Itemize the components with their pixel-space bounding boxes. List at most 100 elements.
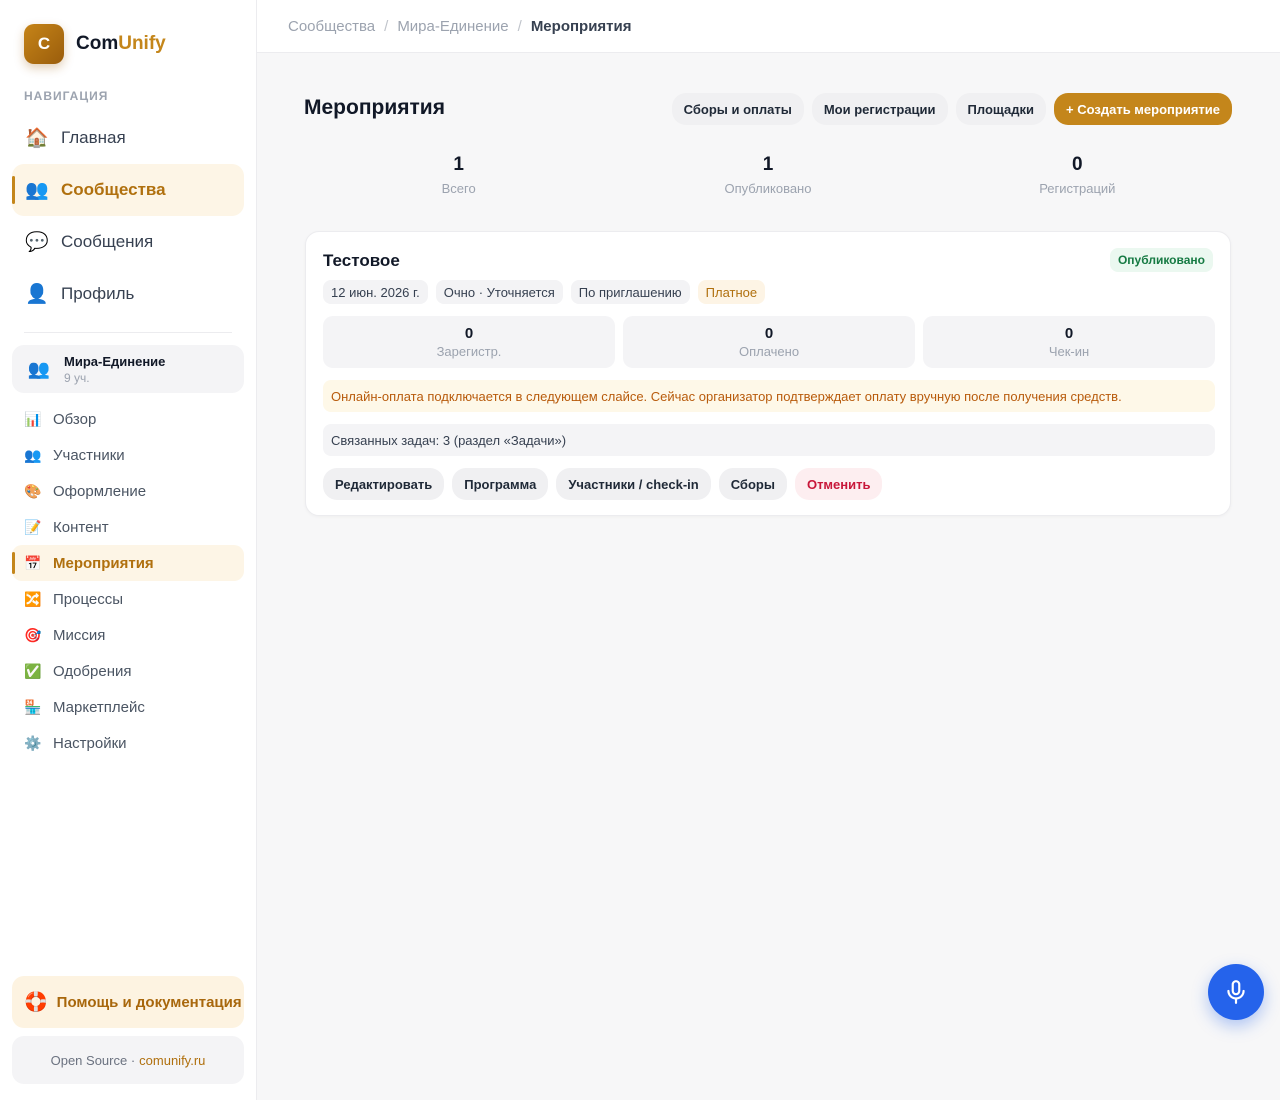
sidebar-item-label: Обзор: [53, 410, 97, 428]
breadcrumb-current: Мероприятия: [530, 17, 632, 35]
fees-payments-button[interactable]: Сборы и оплаты: [671, 93, 804, 125]
status-badge: Опубликовано: [1109, 248, 1213, 272]
stat-registrations: 0 Регистраций: [923, 154, 1232, 196]
sidebar-item-settings[interactable]: ⚙️ Настройки: [12, 725, 244, 761]
sidebar-item-home[interactable]: 🏠 Главная: [12, 112, 244, 164]
sidebar-item-events[interactable]: 📅 Мероприятия: [12, 545, 244, 581]
event-stat-value: 0: [464, 325, 474, 342]
stat-published: 1 Опубликовано: [613, 154, 922, 196]
event-stat-registered: 0 Зарегистр.: [323, 316, 615, 368]
breadcrumb-communities[interactable]: Сообщества: [288, 18, 375, 35]
sidebar-item-members[interactable]: 👥 Участники: [12, 437, 244, 473]
sidebar-item-label: Профиль: [61, 284, 135, 303]
microphone-icon: [1227, 980, 1245, 1004]
gear-icon: ⚙️: [24, 734, 42, 751]
sidebar-item-label: Процессы: [53, 590, 124, 608]
program-button[interactable]: Программа: [452, 468, 549, 500]
payment-notice: Онлайн-оплата подключается в следующем с…: [323, 380, 1215, 412]
event-stat-checkin: 0 Чек-ин: [923, 316, 1215, 368]
people-icon: 👥: [25, 180, 49, 201]
stat-value: 1: [453, 154, 464, 175]
voice-input-button[interactable]: [1208, 964, 1264, 1020]
memo-icon: 📝: [24, 518, 42, 535]
sidebar-item-label: Контент: [53, 518, 109, 536]
sidebar-item-content[interactable]: 📝 Контент: [12, 509, 244, 545]
event-card: Тестовое Опубликовано 12 июн. 2026 г. Оч…: [305, 231, 1231, 516]
stat-total: 1 Всего: [304, 154, 613, 196]
event-format-tag: Очно · Уточняется: [435, 280, 563, 304]
calendar-icon: 📅: [24, 554, 42, 571]
page-actions: Сборы и оплаты Мои регистрации Площадки …: [671, 93, 1232, 125]
shuffle-icon: 🔀: [24, 590, 42, 607]
footer-link[interactable]: comunify.ru: [139, 1053, 205, 1068]
sidebar-item-label: Участники: [53, 446, 125, 464]
sidebar-item-messages[interactable]: 💬 Сообщения: [12, 216, 244, 268]
sidebar-item-profile[interactable]: 👤 Профиль: [12, 268, 244, 320]
sidebar-footer: Open Source · comunify.ru: [12, 1036, 244, 1084]
stat-label: Регистраций: [1039, 181, 1116, 196]
people-icon: 👥: [27, 358, 51, 379]
main-nav: 🏠 Главная 👥 Сообщества 💬 Сообщения 👤 Про…: [12, 112, 244, 320]
event-stat-label: Оплачено: [738, 344, 800, 359]
event-access-tag: По приглашению: [570, 280, 690, 304]
sidebar-item-label: Одобрения: [53, 662, 132, 680]
brand-logo: C: [24, 24, 64, 64]
sidebar-item-label: Настройки: [53, 734, 127, 752]
chat-icon: 💬: [25, 232, 49, 253]
breadcrumb-community[interactable]: Мира-Единение: [397, 18, 508, 35]
event-fees-button[interactable]: Сборы: [718, 468, 787, 500]
palette-icon: 🎨: [24, 482, 42, 499]
sidebar-item-communities[interactable]: 👥 Сообщества: [12, 164, 244, 216]
brand[interactable]: C ComUnify: [24, 24, 166, 64]
community-name: Мира-Единение: [64, 353, 166, 369]
event-title[interactable]: Тестовое: [323, 251, 400, 271]
breadcrumb: Сообщества / Мира-Единение / Мероприятия: [257, 0, 1280, 53]
sidebar-item-design[interactable]: 🎨 Оформление: [12, 473, 244, 509]
people-icon: 👥: [24, 446, 42, 463]
sidebar: C ComUnify НАВИГАЦИЯ 🏠 Главная 👥 Сообщес…: [0, 0, 257, 1100]
help-docs-button[interactable]: 🛟 Помощь и документация: [12, 976, 244, 1028]
community-members: 9 уч.: [64, 370, 90, 385]
event-actions: Редактировать Программа Участники / chec…: [323, 468, 883, 500]
sidebar-item-label: Мероприятия: [53, 554, 154, 572]
event-stat-label: Чек-ин: [1048, 344, 1090, 359]
linked-tasks[interactable]: Связанных задач: 3 (раздел «Задачи»): [323, 424, 1215, 456]
event-stat-value: 0: [764, 325, 774, 342]
target-icon: 🎯: [24, 626, 42, 643]
event-price-tag: Платное: [697, 280, 766, 304]
sidebar-item-approvals[interactable]: ✅ Одобрения: [12, 653, 244, 689]
cancel-event-button[interactable]: Отменить: [794, 468, 883, 500]
event-stat-paid: 0 Оплачено: [623, 316, 915, 368]
help-label: Помощь и документация: [56, 993, 242, 1011]
sidebar-item-marketplace[interactable]: 🏪 Маркетплейс: [12, 689, 244, 725]
event-stat-label: Зарегистр.: [436, 344, 502, 359]
community-card[interactable]: 👥 Мира-Единение 9 уч.: [12, 345, 244, 393]
brand-name: ComUnify: [76, 33, 166, 55]
my-registrations-button[interactable]: Мои регистрации: [811, 93, 948, 125]
lifebuoy-icon: 🛟: [24, 992, 48, 1013]
community-info: Мира-Единение 9 уч.: [64, 354, 165, 385]
sidebar-item-overview[interactable]: 📊 Обзор: [12, 401, 244, 437]
sidebar-item-label: Миссия: [53, 626, 106, 644]
nav-caption: НАВИГАЦИЯ: [24, 89, 109, 103]
sidebar-item-label: Оформление: [53, 482, 147, 500]
check-icon: ✅: [24, 662, 42, 679]
venues-button[interactable]: Площадки: [955, 93, 1047, 125]
brand-name-part2: Unify: [118, 33, 166, 54]
sidebar-item-label: Сообщения: [61, 232, 154, 251]
sidebar-item-label: Главная: [61, 128, 126, 147]
breadcrumb-separator: /: [384, 17, 389, 35]
event-stats: 0 Зарегистр. 0 Оплачено 0 Чек-ин: [323, 316, 1215, 368]
event-date-tag: 12 июн. 2026 г.: [323, 280, 428, 304]
create-event-button[interactable]: + Создать мероприятие: [1054, 93, 1232, 125]
community-nav: 📊 Обзор 👥 Участники 🎨 Оформление 📝 Конте…: [12, 401, 244, 761]
store-icon: 🏪: [24, 698, 42, 715]
sidebar-item-processes[interactable]: 🔀 Процессы: [12, 581, 244, 617]
user-icon: 👤: [25, 284, 49, 305]
sidebar-item-mission[interactable]: 🎯 Миссия: [12, 617, 244, 653]
sidebar-divider: [24, 332, 232, 333]
edit-event-button[interactable]: Редактировать: [323, 468, 445, 500]
stat-label: Всего: [441, 181, 476, 196]
participants-checkin-button[interactable]: Участники / check-in: [556, 468, 711, 500]
footer-text: Open Source ·: [50, 1052, 136, 1068]
